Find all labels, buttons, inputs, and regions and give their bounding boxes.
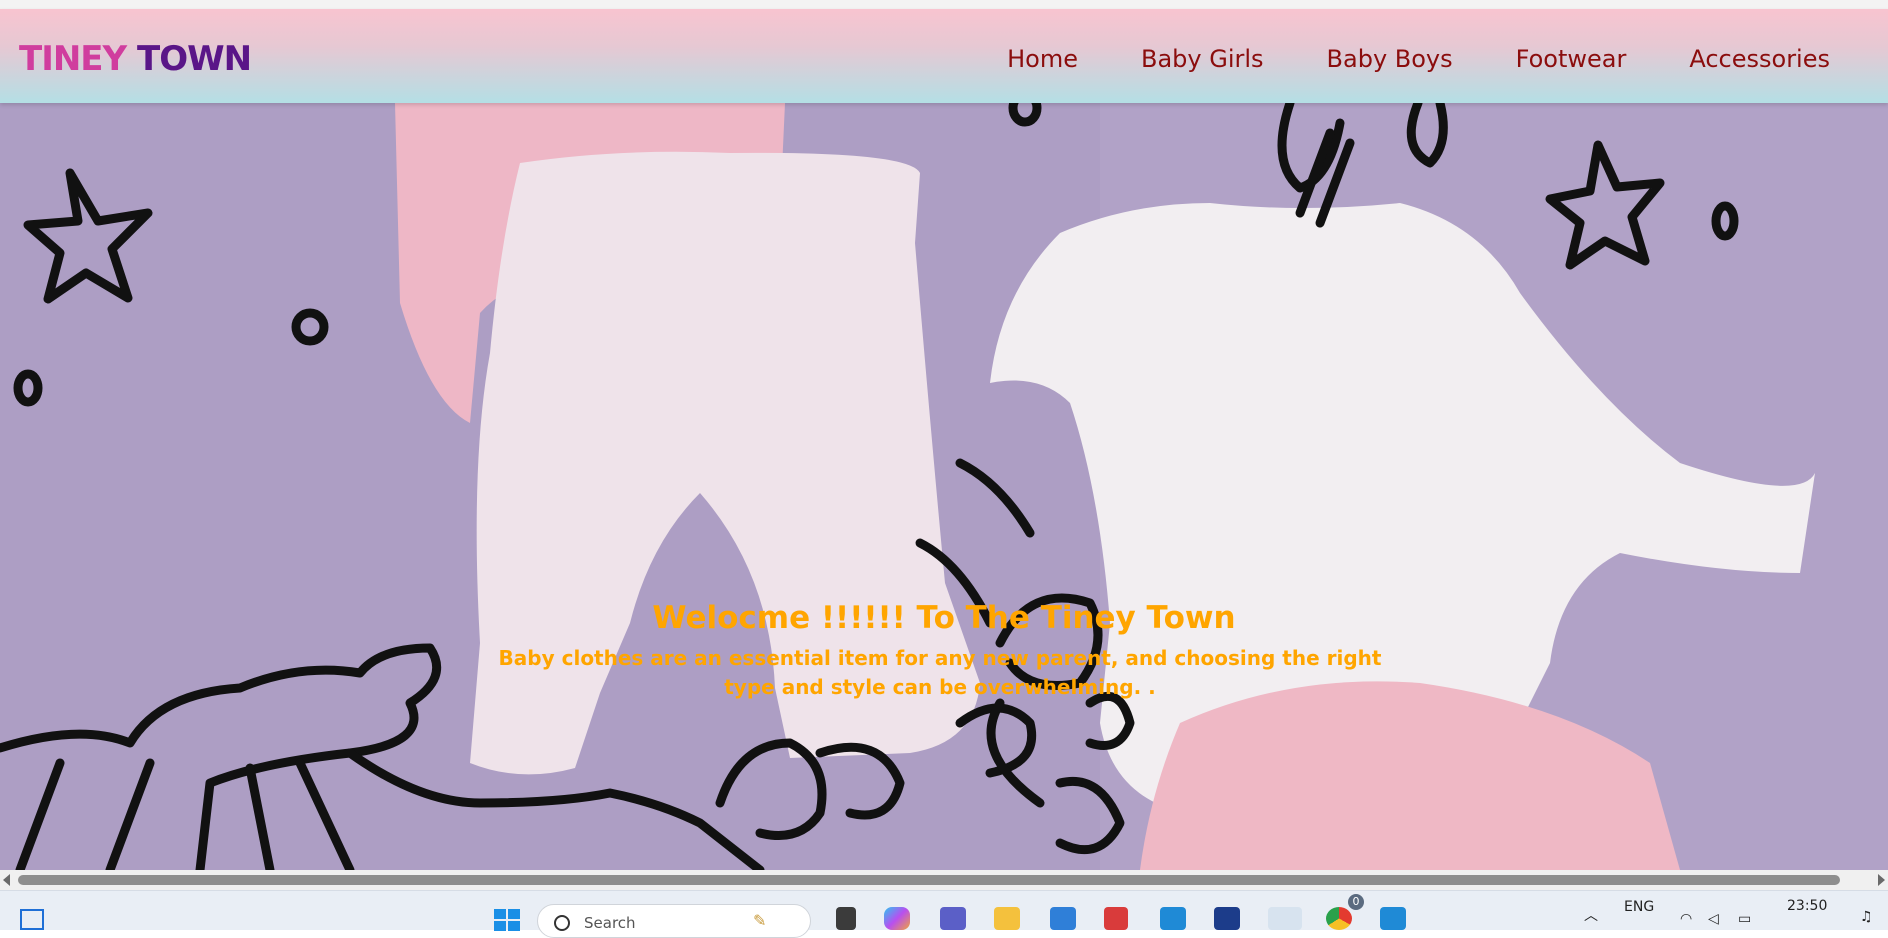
copilot-icon[interactable] — [884, 907, 910, 930]
task-view-icon[interactable] — [836, 907, 856, 930]
store-icon[interactable] — [1050, 907, 1076, 930]
app-blue-icon[interactable] — [1160, 907, 1186, 930]
windows-taskbar: Search ✎ 0 ︿ ENG ◠ ◁ ▭ 23:50 ♫ — [0, 890, 1888, 938]
volume-icon[interactable]: ◁ — [1708, 911, 1719, 927]
nav-baby-girls[interactable]: Baby Girls — [1141, 39, 1264, 79]
search-highlight-icon: ✎ — [753, 911, 767, 930]
site-logo[interactable]: TINEY TOWN — [19, 39, 252, 79]
chrome-icon[interactable] — [1326, 907, 1352, 930]
nav-footwear[interactable]: Footwear — [1516, 39, 1627, 79]
windows-start-icon[interactable] — [494, 909, 520, 931]
logo-word-2: TOWN — [137, 39, 252, 79]
nav-accessories[interactable]: Accessories — [1689, 39, 1830, 79]
site-header: TINEY TOWN Home Baby Girls Baby Boys Foo… — [0, 9, 1888, 103]
nav-baby-boys[interactable]: Baby Boys — [1327, 39, 1453, 79]
hero-title: Welocme !!!!!! To The Tiney Town — [652, 600, 1236, 636]
file-explorer-icon[interactable] — [994, 907, 1020, 930]
taskbar-search[interactable]: Search ✎ — [537, 904, 811, 938]
hero-background-image — [0, 103, 1888, 870]
hero-banner: Welocme !!!!!! To The Tiney Town Baby cl… — [0, 103, 1888, 870]
vscode-icon[interactable] — [1380, 907, 1406, 930]
language-indicator[interactable]: ENG — [1624, 899, 1654, 915]
chrome-badge: 0 — [1348, 894, 1364, 910]
browser-top-strip — [0, 0, 1888, 9]
notification-bell-icon[interactable]: ♫ — [1860, 909, 1873, 925]
main-nav: Home Baby Girls Baby Boys Footwear Acces… — [944, 39, 1830, 79]
wifi-icon[interactable]: ◠ — [1680, 911, 1692, 927]
gmail-icon[interactable] — [1104, 907, 1128, 930]
app-navy-icon[interactable] — [1214, 907, 1240, 930]
scroll-right-icon[interactable] — [1878, 874, 1885, 886]
scroll-left-icon[interactable] — [3, 874, 10, 886]
nav-home[interactable]: Home — [1007, 39, 1078, 79]
chevron-up-icon[interactable]: ︿ — [1584, 905, 1598, 925]
battery-icon[interactable]: ▭ — [1738, 911, 1751, 927]
widgets-icon[interactable] — [20, 909, 44, 930]
logo-word-1: TINEY — [19, 39, 127, 79]
clock-time[interactable]: 23:50 — [1787, 898, 1827, 914]
edge-icon[interactable] — [1268, 907, 1302, 930]
teams-icon[interactable] — [940, 907, 966, 930]
horizontal-scrollbar[interactable] — [0, 870, 1888, 890]
hero-subtitle: Baby clothes are an essential item for a… — [498, 646, 1382, 699]
scrollbar-thumb[interactable] — [18, 875, 1840, 885]
search-placeholder: Search — [584, 914, 636, 932]
